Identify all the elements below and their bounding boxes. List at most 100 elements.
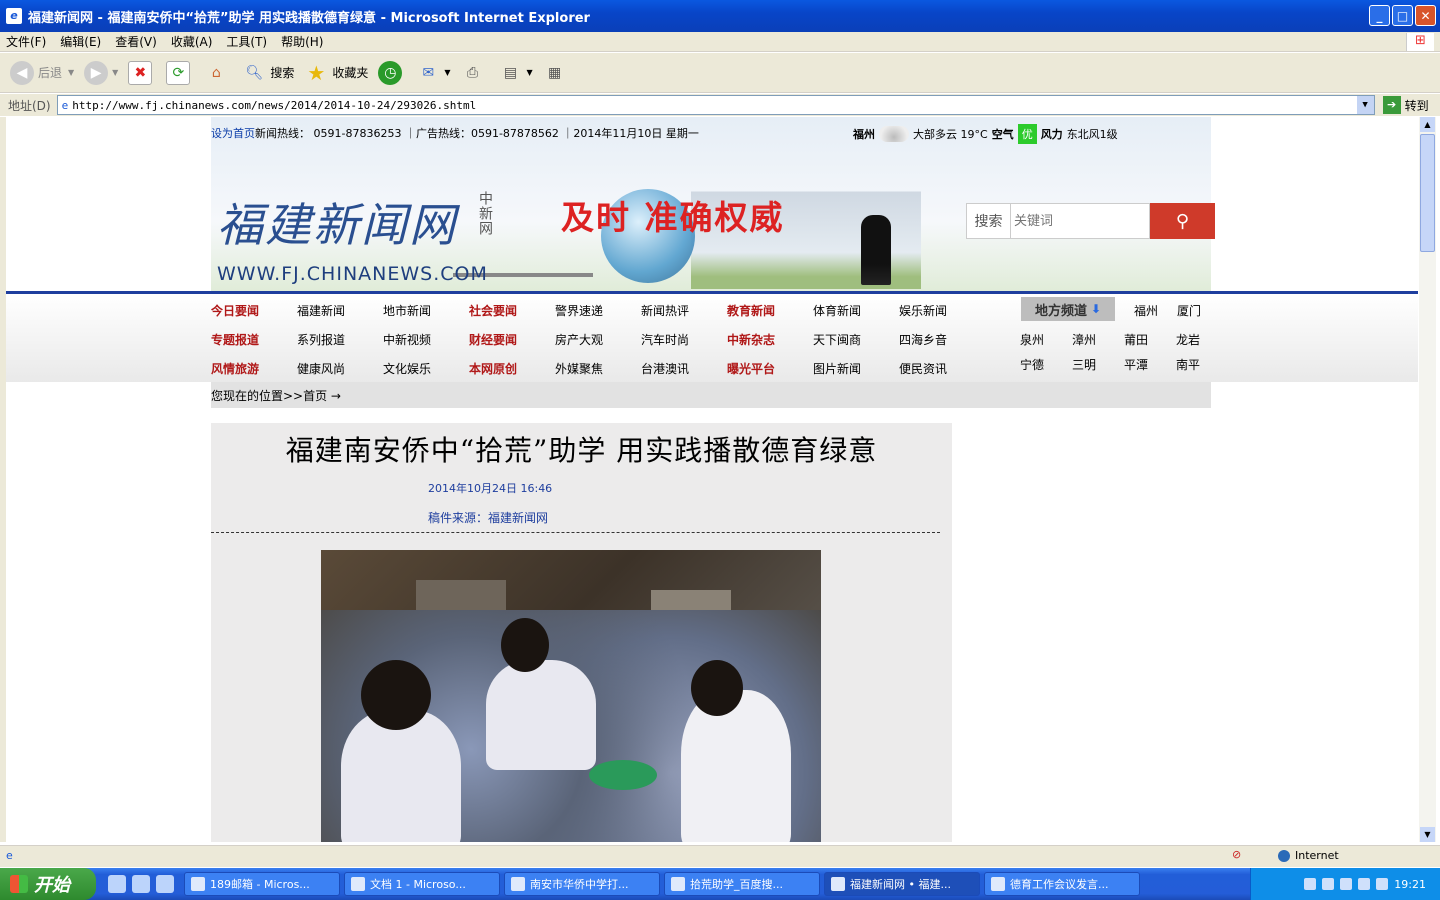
channel-link[interactable]: 外媒聚焦 [555,360,641,377]
channel-link[interactable]: 图片新闻 [813,360,899,377]
volume-icon[interactable] [1340,878,1353,890]
menu-edit[interactable]: 编辑(E) [60,33,101,50]
channel-link[interactable]: 汽车时尚 [641,331,727,348]
vertical-scrollbar[interactable]: ▲ ▼ [1419,117,1436,842]
print-button[interactable]: ⎙ [461,61,489,85]
back-button[interactable]: ◀ 后退 ▼ [10,60,74,85]
security-icon[interactable] [1358,878,1371,890]
magnifier-icon: ⚲ [1175,210,1190,232]
search-button[interactable]: 🔍︎ 搜索 [242,61,294,85]
channel-link[interactable]: 新闻热评 [641,302,727,319]
task-app-icon [511,877,525,891]
taskbar-task[interactable]: 德育工作会议发言... [984,872,1140,896]
scroll-up-icon[interactable]: ▲ [1420,117,1435,132]
local-city-link[interactable]: 厦门 [1177,302,1201,319]
scroll-down-icon[interactable]: ▼ [1420,827,1435,842]
minimize-button[interactable]: _ [1369,5,1390,26]
start-button[interactable]: 开始 [0,868,96,900]
local-channel-button[interactable]: 地方频道 ⬇ [1021,297,1115,321]
channel-link[interactable]: 风情旅游 [211,360,297,377]
menu-view[interactable]: 查看(V) [115,33,157,50]
photo-student-left-head [361,660,431,730]
close-button[interactable]: ✕ [1415,5,1436,26]
media-quicklaunch-icon[interactable] [132,875,150,893]
channel-link[interactable]: 社会要闻 [469,302,555,319]
channel-link[interactable]: 专题报道 [211,331,297,348]
taskbar-task[interactable]: 文档 1 - Microso... [344,872,500,896]
channel-link[interactable]: 四海乡音 [899,331,985,348]
channel-link[interactable]: 文化娱乐 [383,360,469,377]
forward-button[interactable]: ▶ ▼ [84,60,118,85]
local-city-link[interactable]: 福州 [1134,302,1158,319]
go-button[interactable]: ➔ 转到 [1382,96,1429,114]
discuss-icon: ▦ [548,64,562,81]
taskbar-task[interactable]: 福建新闻网 • 福建... [824,872,980,896]
site-logo[interactable]: 福建新闻网 [217,189,457,255]
ie-icon: e [6,8,22,24]
channel-link[interactable]: 房产大观 [555,331,641,348]
search-submit-button[interactable]: ⚲ [1150,203,1215,239]
search-input[interactable] [1010,203,1150,239]
channel-link[interactable]: 地市新闻 [383,302,469,319]
channel-link[interactable]: 便民资讯 [899,360,985,377]
channel-link[interactable]: 娱乐新闻 [899,302,985,319]
forward-arrow-icon: ▶ [84,60,109,85]
ie-quicklaunch-icon[interactable] [108,875,126,893]
stop-button[interactable]: ✖ [128,60,156,85]
menu-help[interactable]: 帮助(H) [281,33,323,50]
set-home-link[interactable]: 设为首页 [211,127,255,140]
taskbar: 开始 189邮箱 - Micros... 文档 1 - Microso... 南安市… [0,868,1440,900]
menu-bar: 文件(F) 编辑(E) 查看(V) 收藏(A) 工具(T) 帮助(H) ⊞ [0,32,1440,52]
back-arrow-icon: ◀ [10,60,34,85]
channel-link[interactable]: 福建新闻 [297,302,383,319]
local-city-link[interactable]: 莆田 [1124,331,1148,348]
refresh-button[interactable]: ⟳ [166,60,194,85]
channel-link[interactable]: 警界速递 [555,302,641,319]
local-city-link[interactable]: 龙岩 [1176,331,1200,348]
channel-link[interactable]: 体育新闻 [813,302,899,319]
channel-link[interactable]: 系列报道 [297,331,383,348]
local-city-link[interactable]: 泉州 [1020,331,1044,348]
window-titlebar[interactable]: e 福建新闻网 - 福建南安侨中“拾荒”助学 用实践播散德育绿意 - Micro… [0,0,1440,32]
maximize-button[interactable]: □ [1392,5,1413,26]
network-icon[interactable] [1322,878,1335,890]
keyboard-icon[interactable] [1304,878,1317,890]
history-button[interactable]: ◷ [378,60,406,85]
scroll-thumb[interactable] [1420,134,1435,252]
channel-link[interactable]: 中新视频 [383,331,469,348]
mail-button[interactable]: ✉ ▼ [416,61,450,85]
local-city-link[interactable]: 平潭 [1124,356,1148,373]
local-city-link[interactable]: 南平 [1176,356,1200,373]
task-label: 德育工作会议发言... [1010,878,1109,891]
channel-link[interactable]: 本网原创 [469,360,555,377]
local-city-link[interactable]: 漳州 [1072,331,1096,348]
input-method-icon[interactable] [1376,878,1389,890]
task-label: 福建新闻网 • 福建... [850,878,951,891]
channel-link[interactable]: 教育新闻 [727,302,813,319]
channel-link[interactable]: 台港澳讯 [641,360,727,377]
channel-link[interactable]: 中新杂志 [727,331,813,348]
menu-tools[interactable]: 工具(T) [226,33,267,50]
taskbar-task[interactable]: 拾荒助学_百度搜... [664,872,820,896]
local-city-link[interactable]: 三明 [1072,356,1096,373]
channel-link[interactable]: 曝光平台 [727,360,813,377]
refresh-icon: ⟳ [166,60,191,85]
channel-link[interactable]: 健康风尚 [297,360,383,377]
taskbar-task[interactable]: 189邮箱 - Micros... [184,872,340,896]
stop-icon: ✖ [128,60,153,85]
home-button[interactable]: ⌂ [204,61,232,85]
channel-link[interactable]: 天下闽商 [813,331,899,348]
channel-link[interactable]: 今日要闻 [211,302,297,319]
address-dropdown-icon[interactable]: ▼ [1356,96,1374,114]
edit-button[interactable]: ▤ ▼ [499,61,533,85]
channel-link[interactable]: 财经要闻 [469,331,555,348]
menu-favorites[interactable]: 收藏(A) [171,33,213,50]
address-input[interactable]: e http://www.fj.chinanews.com/news/2014/… [56,95,1375,115]
menu-file[interactable]: 文件(F) [6,33,46,50]
weather-widget: 福州 大部多云 19°C 空气 优 风力 东北风1级 [853,124,1118,144]
favorites-button[interactable]: ★ 收藏夹 [304,61,368,85]
local-city-link[interactable]: 宁德 [1020,356,1044,373]
taskbar-task[interactable]: 南安市华侨中学打... [504,872,660,896]
discuss-button[interactable]: ▦ [543,61,571,85]
browser-quicklaunch-icon[interactable] [156,875,174,893]
